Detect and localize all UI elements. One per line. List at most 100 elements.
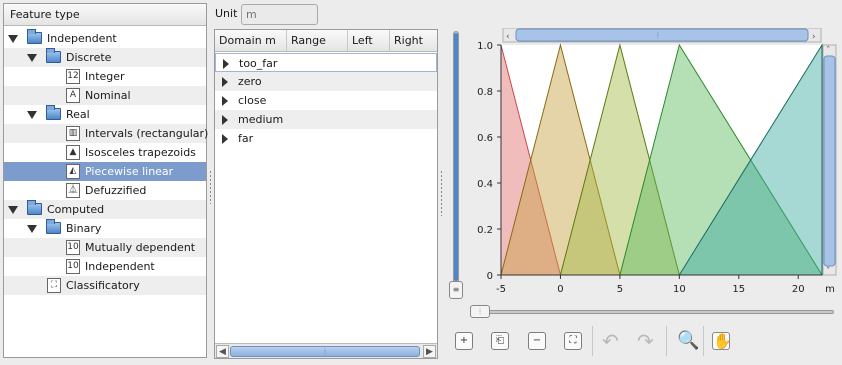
mutually-dependent-icon: 10 — [66, 240, 80, 255]
expand-row-icon[interactable] — [223, 59, 229, 69]
tree-header[interactable]: Feature type — [4, 4, 206, 26]
x-tick-label: 15 — [732, 284, 745, 295]
tree-item-label: Defuzzified — [85, 184, 147, 197]
tree-item-label: Isosceles trapezoids — [85, 146, 196, 159]
scroll-up-arrow: ˆ — [826, 45, 831, 56]
column-left[interactable]: Left — [348, 30, 390, 51]
x-tick-label: 5 — [617, 284, 623, 295]
tree-item-independent[interactable]: 10 Independent — [4, 257, 206, 276]
add-icon: + — [459, 335, 469, 346]
tree-item-nominal[interactable]: A Nominal — [4, 86, 206, 105]
tree-item-integer[interactable]: 12 Integer — [4, 67, 206, 86]
tree-item-intervals-rectangular-[interactable]: ▥ Intervals (rectangular) — [4, 124, 208, 143]
expand-row-icon[interactable] — [222, 134, 228, 144]
folder-icon — [46, 219, 61, 234]
undo-icon[interactable]: ↶ — [602, 330, 619, 352]
left-splitter-grip[interactable] — [209, 170, 212, 204]
expander-icon[interactable] — [27, 111, 37, 119]
tree-item-discrete[interactable]: Discrete — [4, 48, 206, 67]
folder-icon — [46, 105, 61, 120]
binary-independent-icon: 10 — [66, 259, 80, 274]
folder-icon — [46, 48, 61, 63]
tree-item-label: Classificatory — [66, 279, 140, 292]
x-tick-label: 0 — [557, 284, 563, 295]
redo-icon[interactable]: ↷ — [637, 330, 654, 352]
tree-item-label: Nominal — [85, 89, 131, 102]
fit-button[interactable]: ⛶ — [564, 332, 582, 350]
domain-row-close[interactable]: close — [215, 91, 437, 110]
unit-label: Unit — [215, 7, 238, 20]
integer-icon: 12 — [66, 69, 80, 84]
column-range[interactable]: Range — [287, 30, 348, 51]
expand-row-icon[interactable] — [222, 96, 228, 106]
tree-item-real[interactable]: Real — [4, 105, 206, 124]
domain-table[interactable]: Domain m Range Left Right too_farzero clo… — [214, 29, 438, 359]
domain-row-medium[interactable]: medium — [215, 110, 437, 129]
tree-item-label: Independent — [47, 32, 117, 45]
y-tick-label: 0.2 — [477, 225, 493, 236]
column-domain[interactable]: Domain m — [215, 30, 287, 51]
insert-button[interactable]: ⎗ — [491, 332, 509, 350]
x-tick-label: 10 — [673, 284, 686, 295]
pan-icon[interactable]: ✋ — [712, 332, 732, 350]
horizontal-slider-thumb[interactable]: ⦙ — [470, 305, 490, 318]
domain-row-label: zero — [238, 75, 262, 88]
remove-icon: − — [532, 335, 542, 346]
piecewise-linear-icon: ◭ — [66, 164, 80, 179]
scroll-right-button[interactable]: ▶ — [423, 345, 436, 358]
y-tick-label: 0.4 — [477, 179, 493, 190]
tree-item-mutually-dependent[interactable]: 10 Mutually dependent — [4, 238, 206, 257]
tree-item-defuzzified[interactable]: ⏅ Defuzzified — [4, 181, 206, 200]
scroll-right-arrow: › — [812, 32, 816, 42]
column-right[interactable]: Right — [390, 30, 437, 51]
tree-item-label: Independent — [85, 260, 155, 273]
chart-top-scroll-thumb[interactable] — [515, 28, 809, 42]
x-tick-label: 20 — [792, 284, 805, 295]
feature-type-tree[interactable]: Feature type Independent Discrete 12 Intege… — [3, 3, 208, 358]
domain-row-far[interactable]: far — [215, 129, 437, 148]
tree-item-label: Binary — [66, 222, 102, 235]
expander-icon[interactable] — [8, 206, 18, 214]
remove-button[interactable]: − — [528, 332, 546, 350]
add-button[interactable]: + — [455, 332, 473, 350]
expander-icon[interactable] — [27, 54, 37, 62]
folder-icon — [27, 29, 42, 44]
zoom-icon[interactable]: 🔍 — [677, 330, 699, 352]
tree-item-isosceles-trapezoids[interactable]: ▲ Isosceles trapezoids — [4, 143, 206, 162]
y-tick-label: 0.8 — [477, 87, 493, 98]
tree-item-computed[interactable]: Computed — [4, 200, 206, 219]
tree-item-label: Piecewise linear — [85, 165, 174, 178]
expand-row-icon[interactable] — [222, 115, 228, 125]
tree-item-classificatory[interactable]: ⛶ Classificatory — [4, 276, 206, 295]
tree-item-label: Real — [66, 108, 90, 121]
toolbar-separator — [592, 326, 593, 356]
tree-item-binary[interactable]: Binary — [4, 219, 206, 238]
tree-item-label: Mutually dependent — [85, 241, 196, 254]
table-scroll-thumb[interactable]: ⦙ — [230, 346, 420, 357]
domain-row-too-far[interactable]: too_far — [215, 53, 437, 72]
expander-icon[interactable] — [27, 225, 37, 233]
domain-row-zero[interactable]: zero — [215, 72, 437, 91]
x-unit-label: m — [825, 284, 835, 295]
expander-icon[interactable] — [8, 35, 18, 43]
domain-row-label: close — [238, 94, 267, 107]
toolbar-separator — [666, 326, 667, 356]
scroll-left-button[interactable]: ◀ — [216, 345, 229, 358]
domain-row-label: medium — [238, 113, 284, 126]
scroll-left-arrow: ‹ — [506, 32, 510, 42]
nominal-icon: A — [66, 88, 80, 103]
y-tick-label: 0 — [487, 271, 493, 282]
tree-item-independent[interactable]: Independent — [4, 29, 206, 48]
domain-row-label: too_far — [239, 57, 278, 70]
expand-row-icon[interactable] — [222, 77, 228, 87]
tree-item-label: Computed — [47, 203, 105, 216]
right-splitter-grip[interactable] — [440, 170, 443, 216]
y-tick-label: 0.6 — [477, 133, 493, 144]
membership-chart[interactable]: 00.20.40.60.81.0-5 0 5 10 15 20 m ‹ › ⦙ ˆ ˇ — [446, 28, 842, 318]
tree-item-label: Integer — [85, 70, 125, 83]
table-horizontal-scrollbar[interactable]: ◀ ⦙ ▶ — [215, 343, 437, 358]
unit-input[interactable] — [241, 4, 318, 25]
tree-item-piecewise-linear[interactable]: ◭ Piecewise linear — [4, 162, 206, 181]
chart-right-scroll-thumb[interactable] — [823, 55, 836, 267]
horizontal-zoom-slider[interactable] — [470, 310, 834, 314]
